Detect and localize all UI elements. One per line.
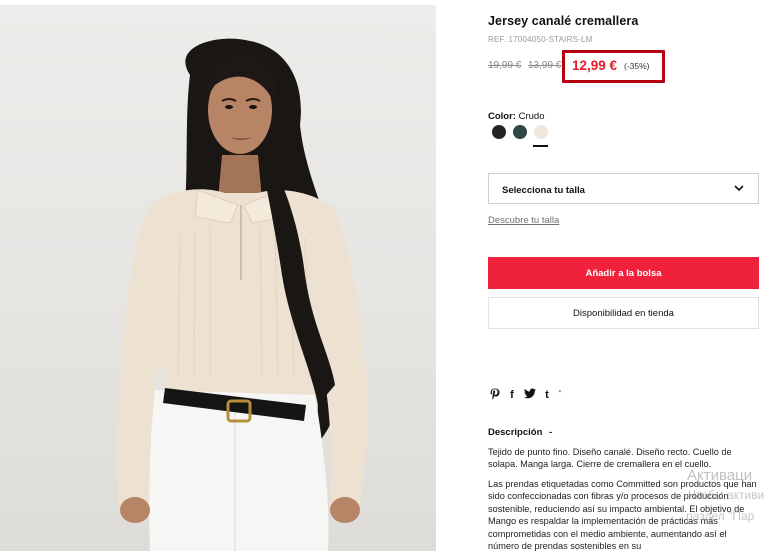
size-guide-link[interactable]: Descubre tu talla xyxy=(488,215,559,226)
current-price: 12,99 € xyxy=(572,58,618,73)
discount-badge: (-35%) xyxy=(624,61,650,71)
store-availability-button[interactable]: Disponibilidad en tienda xyxy=(488,297,759,329)
add-to-bag-button[interactable]: Añadir a la bolsa xyxy=(488,257,759,289)
color-swatch-dark-green[interactable] xyxy=(513,125,527,139)
original-price: 19,99 € xyxy=(488,60,522,71)
model-photo xyxy=(116,38,368,551)
color-label: Color: Crudo xyxy=(488,111,544,122)
selected-swatch-indicator xyxy=(533,145,548,147)
description-title: Descripción xyxy=(488,427,543,438)
product-reference: REF. 17004050-STAIRS-LM xyxy=(488,35,593,44)
product-image[interactable] xyxy=(0,5,436,551)
previous-price: 13,99 € xyxy=(528,60,562,71)
share-icons: f t ' xyxy=(489,388,564,402)
size-select-label: Selecciona tu talla xyxy=(502,185,585,196)
color-swatch-crudo[interactable] xyxy=(534,125,548,139)
product-title: Jersey canalé cremallera xyxy=(488,14,639,28)
pinterest-icon[interactable] xyxy=(489,388,501,402)
activation-watermark-line-2: Чтобы активи xyxy=(688,488,765,502)
selected-color: Crudo xyxy=(518,111,545,122)
size-select[interactable]: Selecciona tu talla xyxy=(488,173,759,204)
more-icon[interactable]: ' xyxy=(556,388,564,402)
chevron-down-icon xyxy=(734,185,744,192)
description-header[interactable]: Descripción - xyxy=(488,427,552,438)
color-label-key: Color: xyxy=(488,111,516,122)
activation-watermark-title: Активаци xyxy=(687,467,753,484)
color-swatch-black[interactable] xyxy=(492,125,506,139)
description-toggle[interactable]: - xyxy=(549,427,552,438)
twitter-icon[interactable] xyxy=(523,388,537,402)
price-highlight-box: 12,99 € (-35%) xyxy=(562,50,665,83)
activation-watermark-line-3: раздел "Пар xyxy=(686,509,755,523)
tumblr-icon[interactable]: t xyxy=(540,388,554,402)
facebook-icon[interactable]: f xyxy=(505,388,519,402)
